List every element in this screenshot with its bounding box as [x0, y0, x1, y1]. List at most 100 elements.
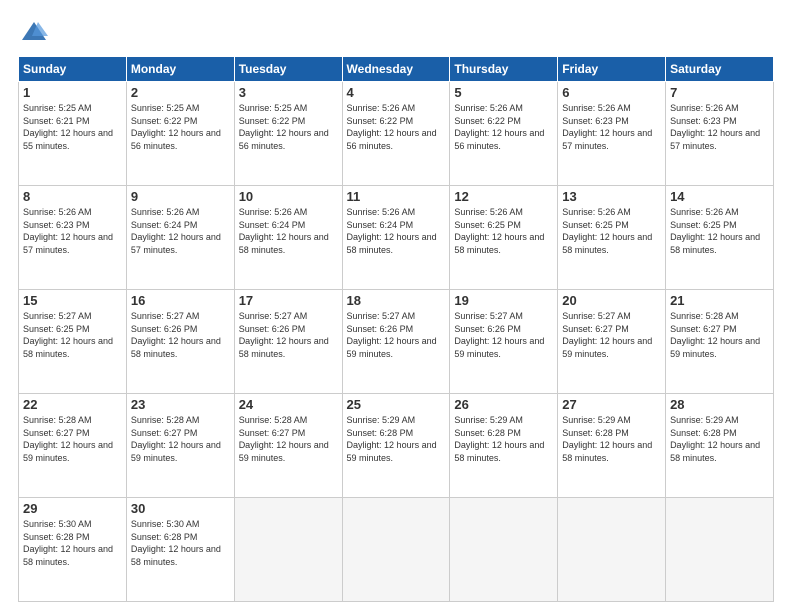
calendar-day-cell: 1Sunrise: 5:25 AMSunset: 6:21 PMDaylight… [19, 82, 127, 186]
calendar-week-row: 15 Sunrise: 5:27 AMSunset: 6:25 PMDayligh… [19, 290, 774, 394]
day-info: Sunrise: 5:29 AMSunset: 6:28 PMDaylight:… [562, 414, 661, 464]
day-info: Sunrise: 5:27 AMSunset: 6:27 PMDaylight:… [562, 310, 661, 360]
day-number: 26 [454, 397, 553, 412]
day-number: 10 [239, 189, 338, 204]
calendar-day-cell: 11 Sunrise: 5:26 AMSunset: 6:24 PMDayligh… [342, 186, 450, 290]
calendar-day-cell [666, 498, 774, 602]
day-number: 20 [562, 293, 661, 308]
day-of-week-header: Friday [558, 57, 666, 82]
calendar-day-cell: 6Sunrise: 5:26 AMSunset: 6:23 PMDaylight… [558, 82, 666, 186]
calendar-day-cell: 5 Sunrise: 5:26 AMSunset: 6:22 PMDaylight… [450, 82, 558, 186]
day-info: Sunrise: 5:26 AMSunset: 6:22 PMDaylight:… [454, 102, 553, 152]
logo [18, 18, 48, 46]
calendar-day-cell: 16 Sunrise: 5:27 AMSunset: 6:26 PMDayligh… [126, 290, 234, 394]
calendar-day-cell: 30Sunrise: 5:30 AMSunset: 6:28 PMDayligh… [126, 498, 234, 602]
calendar-day-cell: 8 Sunrise: 5:26 AMSunset: 6:23 PMDaylight… [19, 186, 127, 290]
day-info: Sunrise: 5:26 AMSunset: 6:24 PMDaylight:… [131, 206, 230, 256]
day-number: 27 [562, 397, 661, 412]
calendar-day-cell [450, 498, 558, 602]
day-number: 25 [347, 397, 446, 412]
day-of-week-header: Monday [126, 57, 234, 82]
calendar-week-row: 8 Sunrise: 5:26 AMSunset: 6:23 PMDaylight… [19, 186, 774, 290]
calendar-day-cell: 29Sunrise: 5:30 AMSunset: 6:28 PMDayligh… [19, 498, 127, 602]
day-info: Sunrise: 5:26 AMSunset: 6:23 PMDaylight:… [23, 206, 122, 256]
day-number: 7 [670, 85, 769, 100]
calendar-day-cell: 3 Sunrise: 5:25 AMSunset: 6:22 PMDaylight… [234, 82, 342, 186]
day-info: Sunrise: 5:28 AMSunset: 6:27 PMDaylight:… [131, 414, 230, 464]
calendar-day-cell: 23 Sunrise: 5:28 AMSunset: 6:27 PMDayligh… [126, 394, 234, 498]
day-number: 1 [23, 85, 122, 100]
calendar-day-cell: 21 Sunrise: 5:28 AMSunset: 6:27 PMDayligh… [666, 290, 774, 394]
day-number: 30 [131, 501, 230, 516]
day-info: Sunrise: 5:27 AMSunset: 6:26 PMDaylight:… [131, 310, 230, 360]
logo-icon [20, 18, 48, 46]
day-info: Sunrise: 5:27 AMSunset: 6:26 PMDaylight:… [239, 310, 338, 360]
day-number: 21 [670, 293, 769, 308]
calendar-day-cell: 10Sunrise: 5:26 AMSunset: 6:24 PMDayligh… [234, 186, 342, 290]
day-number: 22 [23, 397, 122, 412]
calendar-day-cell [342, 498, 450, 602]
day-info: Sunrise: 5:26 AMSunset: 6:25 PMDaylight:… [454, 206, 553, 256]
day-number: 11 [347, 189, 446, 204]
day-info: Sunrise: 5:26 AMSunset: 6:25 PMDaylight:… [670, 206, 769, 256]
day-number: 5 [454, 85, 553, 100]
day-number: 9 [131, 189, 230, 204]
day-number: 12 [454, 189, 553, 204]
calendar-day-cell: 12 Sunrise: 5:26 AMSunset: 6:25 PMDayligh… [450, 186, 558, 290]
day-of-week-header: Thursday [450, 57, 558, 82]
day-info: Sunrise: 5:27 AMSunset: 6:25 PMDaylight:… [23, 310, 122, 360]
day-number: 3 [239, 85, 338, 100]
day-number: 18 [347, 293, 446, 308]
calendar-day-cell: 17 Sunrise: 5:27 AMSunset: 6:26 PMDayligh… [234, 290, 342, 394]
day-info: Sunrise: 5:29 AMSunset: 6:28 PMDaylight:… [454, 414, 553, 464]
day-info: Sunrise: 5:27 AMSunset: 6:26 PMDaylight:… [454, 310, 553, 360]
day-of-week-header: Tuesday [234, 57, 342, 82]
calendar-header-row: SundayMondayTuesdayWednesdayThursdayFrid… [19, 57, 774, 82]
calendar-day-cell: 9 Sunrise: 5:26 AMSunset: 6:24 PMDaylight… [126, 186, 234, 290]
calendar-table: SundayMondayTuesdayWednesdayThursdayFrid… [18, 56, 774, 602]
calendar-day-cell [234, 498, 342, 602]
day-info: Sunrise: 5:28 AMSunset: 6:27 PMDaylight:… [239, 414, 338, 464]
day-number: 28 [670, 397, 769, 412]
day-info: Sunrise: 5:26 AMSunset: 6:24 PMDaylight:… [347, 206, 446, 256]
day-number: 2 [131, 85, 230, 100]
day-number: 13 [562, 189, 661, 204]
calendar-day-cell: 28 Sunrise: 5:29 AMSunset: 6:28 PMDayligh… [666, 394, 774, 498]
day-info: Sunrise: 5:26 AMSunset: 6:25 PMDaylight:… [562, 206, 661, 256]
day-number: 17 [239, 293, 338, 308]
calendar-day-cell: 27 Sunrise: 5:29 AMSunset: 6:28 PMDayligh… [558, 394, 666, 498]
day-info: Sunrise: 5:28 AMSunset: 6:27 PMDaylight:… [670, 310, 769, 360]
day-of-week-header: Saturday [666, 57, 774, 82]
calendar-day-cell: 15 Sunrise: 5:27 AMSunset: 6:25 PMDayligh… [19, 290, 127, 394]
calendar-week-row: 22 Sunrise: 5:28 AMSunset: 6:27 PMDayligh… [19, 394, 774, 498]
day-info: Sunrise: 5:30 AMSunset: 6:28 PMDaylight:… [23, 518, 122, 568]
calendar-page: SundayMondayTuesdayWednesdayThursdayFrid… [0, 0, 792, 612]
calendar-week-row: 1Sunrise: 5:25 AMSunset: 6:21 PMDaylight… [19, 82, 774, 186]
calendar-day-cell: 7 Sunrise: 5:26 AMSunset: 6:23 PMDaylight… [666, 82, 774, 186]
day-info: Sunrise: 5:25 AMSunset: 6:22 PMDaylight:… [131, 102, 230, 152]
calendar-day-cell: 20 Sunrise: 5:27 AMSunset: 6:27 PMDayligh… [558, 290, 666, 394]
header [18, 18, 774, 46]
day-info: Sunrise: 5:26 AMSunset: 6:23 PMDaylight:… [670, 102, 769, 152]
day-number: 8 [23, 189, 122, 204]
day-number: 14 [670, 189, 769, 204]
day-number: 16 [131, 293, 230, 308]
day-of-week-header: Sunday [19, 57, 127, 82]
day-number: 19 [454, 293, 553, 308]
day-number: 24 [239, 397, 338, 412]
calendar-day-cell [558, 498, 666, 602]
day-number: 6 [562, 85, 661, 100]
calendar-day-cell: 14 Sunrise: 5:26 AMSunset: 6:25 PMDayligh… [666, 186, 774, 290]
calendar-day-cell: 25Sunrise: 5:29 AMSunset: 6:28 PMDayligh… [342, 394, 450, 498]
calendar-week-row: 29Sunrise: 5:30 AMSunset: 6:28 PMDayligh… [19, 498, 774, 602]
day-number: 23 [131, 397, 230, 412]
day-of-week-header: Wednesday [342, 57, 450, 82]
day-number: 15 [23, 293, 122, 308]
day-info: Sunrise: 5:27 AMSunset: 6:26 PMDaylight:… [347, 310, 446, 360]
calendar-day-cell: 26 Sunrise: 5:29 AMSunset: 6:28 PMDayligh… [450, 394, 558, 498]
day-info: Sunrise: 5:29 AMSunset: 6:28 PMDaylight:… [670, 414, 769, 464]
day-info: Sunrise: 5:28 AMSunset: 6:27 PMDaylight:… [23, 414, 122, 464]
day-info: Sunrise: 5:26 AMSunset: 6:22 PMDaylight:… [347, 102, 446, 152]
calendar-day-cell: 22 Sunrise: 5:28 AMSunset: 6:27 PMDayligh… [19, 394, 127, 498]
day-info: Sunrise: 5:25 AMSunset: 6:22 PMDaylight:… [239, 102, 338, 152]
